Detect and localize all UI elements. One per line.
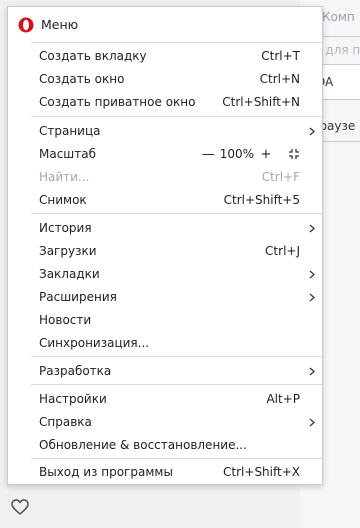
menu-item-shortcut: Ctrl+Shift+N [222, 95, 300, 109]
menu-item-shortcut: Ctrl+T [261, 49, 300, 63]
menu-item-history[interactable]: История [8, 217, 322, 239]
menu-item-label: Расширения [39, 290, 117, 304]
menu-item-update-recovery[interactable]: Обновление & восстановление... [8, 434, 322, 456]
chevron-right-icon [307, 417, 317, 427]
chevron-right-icon [307, 126, 317, 136]
menu-item-label: Новости [39, 313, 92, 327]
menu-item-shortcut: Ctrl+N [259, 72, 300, 86]
menu-item-find[interactable]: Найти... Ctrl+F [8, 166, 322, 188]
menu-item-extensions[interactable]: Расширения [8, 286, 322, 308]
menu-separator [31, 213, 322, 214]
menu-item-label: Синхронизация... [39, 336, 150, 350]
menu-item-sync[interactable]: Синхронизация... [8, 332, 322, 354]
menu-item-exit[interactable]: Выход из программы Ctrl+Shift+X [8, 461, 322, 483]
menu-item-developer[interactable]: Разработка [8, 360, 322, 382]
opera-logo-icon [18, 17, 34, 33]
menu-item-create-tab[interactable]: Создать вкладку Ctrl+T [8, 45, 322, 67]
menu-item-bookmarks[interactable]: Закладки [8, 263, 322, 285]
menu-item-create-private-window[interactable]: Создать приватное окно Ctrl+Shift+N [8, 91, 322, 113]
zoom-controls: — 100% + [202, 147, 300, 161]
chevron-right-icon [307, 269, 317, 279]
chevron-right-icon [307, 223, 317, 233]
menu-separator [31, 356, 322, 357]
fullscreen-icon[interactable] [288, 148, 300, 160]
menu-item-news[interactable]: Новости [8, 309, 322, 331]
menu-item-shortcut: Alt+P [266, 392, 300, 406]
menu-item-label: Справка [39, 415, 92, 429]
menu-item-settings[interactable]: Настройки Alt+P [8, 388, 322, 410]
menu-item-create-window[interactable]: Создать окно Ctrl+N [8, 68, 322, 90]
menu-item-label: Страница [39, 124, 101, 138]
menu-header: Меню [8, 7, 322, 42]
menu-item-shortcut: Ctrl+Shift+5 [223, 193, 300, 207]
menu-item-label: Создать окно [39, 72, 125, 86]
chevron-right-icon [307, 366, 317, 376]
menu-item-downloads[interactable]: Загрузки Ctrl+J [8, 240, 322, 262]
menu-item-label: Выход из программы [39, 465, 173, 479]
menu-item-shortcut: Ctrl+F [261, 170, 300, 184]
menu-item-label: Закладки [39, 267, 100, 281]
menu-item-zoom: Масштаб — 100% + [8, 143, 322, 165]
heart-icon[interactable] [10, 497, 30, 517]
menu-item-help[interactable]: Справка [8, 411, 322, 433]
menu-item-label: Разработка [39, 364, 112, 378]
menu-item-label: Создать приватное окно [39, 95, 196, 109]
background-tab-label[interactable]: Комп [322, 10, 355, 24]
zoom-in-button[interactable]: + [260, 148, 272, 161]
menu-item-label: История [39, 221, 92, 235]
zoom-out-button[interactable]: — [202, 148, 215, 161]
menu-item-snapshot[interactable]: Снимок Ctrl+Shift+5 [8, 189, 322, 211]
menu-item-label: Настройки [39, 392, 107, 406]
menu-separator [31, 116, 322, 117]
menu-separator [31, 42, 322, 43]
menu-item-label: Загрузки [39, 244, 97, 258]
menu-item-label: Создать вкладку [39, 49, 147, 63]
menu-item-shortcut: Ctrl+J [265, 244, 300, 258]
menu-item-label: Обновление & восстановление... [39, 438, 247, 452]
zoom-level: 100% [219, 147, 254, 161]
menu-item-label: Масштаб [39, 147, 97, 161]
chevron-right-icon [307, 292, 317, 302]
main-menu: Меню Создать вкладку Ctrl+T Создать окно… [7, 6, 323, 485]
menu-item-label: Найти... [39, 170, 90, 184]
menu-item-shortcut: Ctrl+Shift+X [223, 465, 300, 479]
menu-separator [31, 384, 322, 385]
menu-item-label: Снимок [39, 193, 87, 207]
menu-item-page[interactable]: Страница [8, 120, 322, 142]
menu-title: Меню [41, 17, 79, 32]
menu-separator [31, 458, 322, 459]
